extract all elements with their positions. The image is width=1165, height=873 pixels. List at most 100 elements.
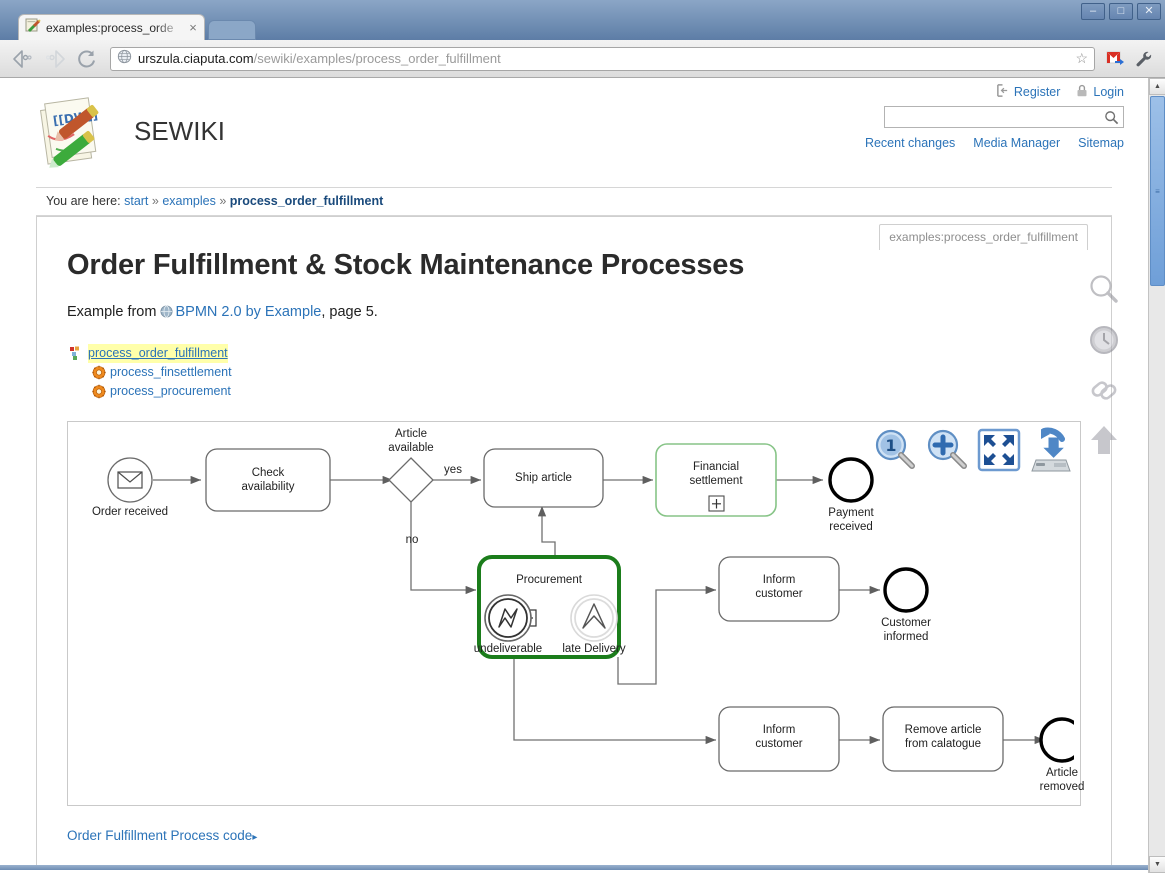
external-link-globe-icon [160, 305, 174, 322]
address-bar-text: urszula.ciaputa.com/sewiki/examples/proc… [138, 51, 1069, 66]
label-flow-no: no [405, 534, 419, 546]
star-icon[interactable]: ☆ [1075, 50, 1088, 67]
minimize-button[interactable]: – [1081, 3, 1105, 20]
maximize-button[interactable]: □ [1109, 3, 1133, 20]
user-tool-login[interactable]: Login [1076, 84, 1124, 100]
wiki-container: [[DW]] [24, 78, 1124, 870]
zoom-in-icon[interactable] [924, 427, 970, 473]
window-controls: – □ ✕ [1081, 3, 1161, 20]
site-tools: Recent changes Media Manager Sitemap [865, 136, 1124, 150]
page-title: Order Fulfillment & Stock Maintenance Pr… [67, 249, 745, 281]
tab-favicon-icon [25, 17, 41, 38]
tree-item-process-order-fulfillment[interactable]: process_order_fulfillment [69, 344, 1081, 363]
search-input[interactable] [885, 107, 1099, 127]
lock-icon [1076, 84, 1088, 100]
gear-icon [91, 365, 107, 380]
bpmn-end-event-payment-received[interactable] [828, 457, 874, 503]
code-link-arrow-icon: ▸ [252, 832, 258, 843]
label-article-available: Article available [388, 428, 434, 454]
breadcrumb-separator-2: » [219, 194, 227, 208]
scroll-down-arrow-icon[interactable]: ▼ [1149, 856, 1165, 873]
forward-arrow-icon [40, 45, 70, 73]
tree-item-process-procurement[interactable]: process_procurement [69, 382, 1081, 401]
page-tools-rail [1082, 273, 1126, 457]
site-tool-recent-changes[interactable]: Recent changes [865, 136, 955, 150]
tab-close-icon[interactable]: × [186, 20, 200, 35]
search-icon[interactable] [1099, 107, 1123, 127]
label-article-removed: Article removed [1039, 767, 1085, 793]
page-id-tab: examples:process_order_fulfillment [879, 224, 1088, 250]
wiki-page: [[DW]] [0, 78, 1148, 870]
label-inform-customer-bottom: Inform customer [755, 724, 803, 750]
globe-icon [117, 49, 132, 69]
breadcrumb-prefix: You are here: [46, 194, 121, 208]
browser-toolbar: urszula.ciaputa.com/sewiki/examples/proc… [0, 40, 1165, 78]
register-icon [996, 84, 1009, 100]
page-scrollbar[interactable]: ▲ ≡ ▼ [1148, 78, 1165, 873]
label-customer-informed: Customer informed [881, 617, 931, 643]
code-link-row[interactable]: Order Fulfillment Process code▸ [67, 828, 1081, 843]
label-procurement: Procurement [516, 574, 582, 586]
bpmn-gateway-article-available[interactable] [388, 457, 434, 503]
site-logo[interactable]: [[DW]] [36, 94, 114, 172]
tree-link-1[interactable]: process_finsettlement [110, 363, 232, 382]
lead-external-link[interactable]: BPMN 2.0 by Example [175, 304, 321, 320]
browser-window: – □ ✕ examples:process_orde × urszula.ci… [0, 0, 1165, 873]
page-bottom-bar [0, 865, 1148, 870]
tree-link-2[interactable]: process_procurement [110, 382, 231, 401]
back-to-top-icon[interactable] [1087, 423, 1121, 457]
breadcrumb-separator: » [151, 194, 159, 208]
gmail-icon[interactable] [1103, 45, 1129, 73]
reload-icon[interactable] [72, 45, 102, 73]
code-link[interactable]: Order Fulfillment Process code [67, 828, 252, 843]
backlinks-icon[interactable] [1087, 373, 1121, 407]
label-late-delivery: late Delivery [562, 643, 626, 655]
label-flow-yes: yes [444, 464, 462, 476]
search-icon[interactable] [1087, 273, 1121, 307]
page-content: Order Fulfillment & Stock Maintenance Pr… [36, 216, 1112, 870]
browser-tab[interactable]: examples:process_orde × [18, 14, 205, 40]
label-payment-received: Payment received [828, 507, 874, 533]
url-path: /sewiki/examples/process_order_fulfillme… [253, 51, 501, 66]
register-link[interactable]: Register [1014, 85, 1061, 99]
site-title[interactable]: SEWIKI [134, 116, 225, 147]
wiki-header: [[DW]] [24, 78, 1124, 173]
zoom-100-icon[interactable]: 1 [872, 427, 918, 473]
bpmn-end-event-article-removed[interactable] [1039, 717, 1074, 763]
save-icon[interactable] [1028, 427, 1074, 473]
wrench-icon[interactable] [1131, 45, 1157, 73]
fit-to-screen-icon[interactable] [976, 427, 1022, 473]
new-tab-button[interactable] [208, 20, 256, 40]
site-tool-sitemap[interactable]: Sitemap [1078, 136, 1124, 150]
lead-paragraph: Example from BPMN 2.0 by Example, page 5… [67, 304, 1081, 322]
scrollbar-thumb[interactable]: ≡ [1150, 96, 1165, 286]
label-undeliverable: undeliverable [473, 643, 543, 655]
lead-before: Example from [67, 304, 157, 320]
bpmn-diagram[interactable]: 1 Order received Check availability Arti… [67, 421, 1084, 806]
site-tool-media-manager[interactable]: Media Manager [973, 136, 1060, 150]
user-tool-register[interactable]: Register [996, 84, 1061, 100]
lead-after: , page 5. [321, 304, 378, 320]
back-arrow-icon[interactable] [8, 45, 38, 73]
url-host: urszula.ciaputa.com [138, 51, 254, 66]
clock-icon[interactable] [1087, 323, 1121, 357]
address-bar[interactable]: urszula.ciaputa.com/sewiki/examples/proc… [110, 46, 1095, 71]
tree-item-process-finsettlement[interactable]: process_finsettlement [69, 363, 1081, 382]
bpmn-end-event-customer-informed[interactable] [883, 567, 929, 613]
label-order-received: Order received [91, 506, 169, 518]
tab-title: examples:process_orde [46, 20, 174, 35]
breadcrumb-current: process_order_fulfillment [229, 194, 384, 208]
breadcrumb-item-examples[interactable]: examples [162, 194, 216, 208]
login-link[interactable]: Login [1093, 85, 1124, 99]
scroll-up-arrow-icon[interactable]: ▲ [1149, 78, 1165, 95]
bpmn-boundary-event-undeliverable[interactable] [484, 594, 532, 642]
bpmn-boundary-event-late-delivery[interactable] [570, 594, 618, 642]
bpmn-start-event-order-received[interactable] [107, 457, 153, 503]
search-box[interactable] [884, 106, 1124, 128]
label-inform-customer-mid: Inform customer [755, 574, 803, 600]
label-remove-article: Remove article from calatogue [904, 724, 982, 750]
zoom-100-label: 1 [885, 436, 896, 455]
tree-link-0[interactable]: process_order_fulfillment [88, 344, 228, 363]
close-button[interactable]: ✕ [1137, 3, 1161, 20]
breadcrumb-item-start[interactable]: start [124, 194, 148, 208]
